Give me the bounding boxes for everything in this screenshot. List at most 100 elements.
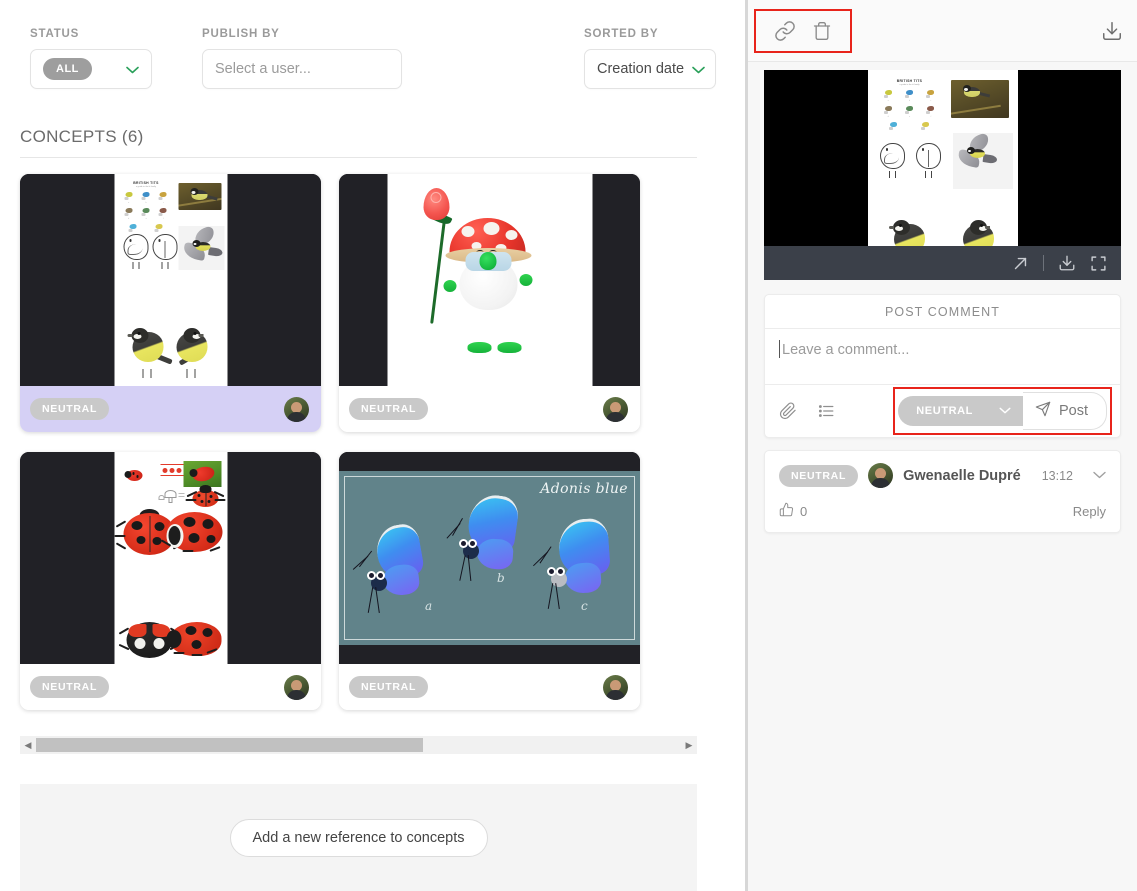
like-button[interactable]: 0 xyxy=(779,502,807,520)
post-button[interactable]: Post xyxy=(1022,392,1107,430)
like-count: 0 xyxy=(800,503,808,519)
open-external-icon[interactable] xyxy=(1012,255,1029,272)
concept-card-ladybugs[interactable]: NEUTRAL xyxy=(20,452,321,710)
trash-icon[interactable] xyxy=(812,20,832,42)
filter-sorted-by: SORTED BY Creation date xyxy=(584,28,716,89)
ladybug-render-angled xyxy=(160,512,222,553)
send-icon xyxy=(1035,401,1051,421)
concepts-pane: STATUS ALL PUBLISH BY Select a user... S… xyxy=(0,0,745,891)
reference-dropzone[interactable]: Add a new reference to concepts xyxy=(20,784,697,891)
butterfly-label-a: a xyxy=(425,599,433,613)
concept-thumbnail[interactable]: BRITISH TITS a guide to the tit family a… xyxy=(20,174,321,386)
scrollbar-thumb[interactable] xyxy=(36,738,423,752)
concept-card-footer: NEUTRAL xyxy=(20,386,321,432)
concepts-section-header: CONCEPTS (6) xyxy=(20,127,697,158)
thumbs-up-icon xyxy=(779,502,794,520)
divider xyxy=(1043,255,1044,271)
comment-list-item: NEUTRAL Gwenaelle Dupré 13:12 0 Reply xyxy=(764,450,1121,533)
sentiment-select[interactable]: NEUTRAL xyxy=(898,396,1023,426)
comment-footer: 0 Reply xyxy=(779,502,1106,520)
moodboard-gnome xyxy=(339,174,640,386)
concept-card-birds[interactable]: BRITISH TITS a guide to the tit family a… xyxy=(20,174,321,432)
avatar xyxy=(603,674,628,700)
concept-card-butterflies[interactable]: Adonis blue a b c NEUTRAL xyxy=(339,452,640,710)
ladybug-top-view xyxy=(185,485,225,507)
add-reference-button[interactable]: Add a new reference to concepts xyxy=(229,818,488,857)
scrollbar-track[interactable] xyxy=(36,736,681,754)
comment-input[interactable]: Leave a comment... xyxy=(765,329,1120,385)
ladybug-render-side xyxy=(166,622,221,657)
comment-header: NEUTRAL Gwenaelle Dupré 13:12 xyxy=(779,463,1106,488)
butterfly-label-c: c xyxy=(581,599,588,613)
sorted-by-label: SORTED BY xyxy=(584,28,659,40)
sentiment-value: NEUTRAL xyxy=(916,405,973,417)
concept-card-footer: NEUTRAL xyxy=(339,386,640,432)
status-select[interactable]: ALL xyxy=(30,49,152,89)
avatar xyxy=(284,396,309,422)
horizontal-scrollbar[interactable]: ◀ ▶ xyxy=(20,736,697,754)
post-comment-card: POST COMMENT Leave a comment... NEUTRAL … xyxy=(764,294,1121,438)
download-icon[interactable] xyxy=(1101,20,1123,42)
avatar xyxy=(284,674,309,700)
comment-toolbar: NEUTRAL Post xyxy=(765,385,1120,437)
avatar xyxy=(603,396,628,422)
butterfly-label-b: b xyxy=(497,571,505,585)
reply-button[interactable]: Reply xyxy=(1073,504,1106,519)
publish-by-label: PUBLISH BY xyxy=(202,28,280,40)
status-label: STATUS xyxy=(30,28,80,40)
filter-status: STATUS ALL xyxy=(30,28,152,89)
concept-card-footer: NEUTRAL xyxy=(20,664,321,710)
page-title: CONCEPTS (6) xyxy=(20,127,144,146)
moodboard-butterflies: Adonis blue a b c xyxy=(339,452,640,664)
post-button-label: Post xyxy=(1058,403,1088,419)
concept-card-footer: NEUTRAL xyxy=(339,664,640,710)
scroll-left-arrow-icon[interactable]: ◀ xyxy=(20,740,36,750)
status-badge: NEUTRAL xyxy=(30,676,110,698)
post-comment-header: POST COMMENT xyxy=(765,295,1120,329)
comment-author: Gwenaelle Dupré xyxy=(903,467,1021,484)
preview-toolbar xyxy=(748,0,1137,62)
british-tits-chart: BRITISH TITS a guide to the tit family a… xyxy=(120,181,172,232)
app-root: STATUS ALL PUBLISH BY Select a user... S… xyxy=(0,0,1137,891)
scroll-right-arrow-icon[interactable]: ▶ xyxy=(681,740,697,750)
fullscreen-icon[interactable] xyxy=(1090,255,1107,272)
butterfly-board-title: Adonis blue xyxy=(540,481,628,497)
concept-thumbnail[interactable] xyxy=(339,174,640,386)
link-icon[interactable] xyxy=(774,20,796,42)
status-badge: NEUTRAL xyxy=(349,676,429,698)
viewer-controls xyxy=(764,246,1121,280)
great-tit-photo xyxy=(178,183,221,210)
chevron-down-icon xyxy=(999,405,1011,417)
chevron-down-icon[interactable] xyxy=(1093,470,1106,482)
avatar xyxy=(868,463,894,488)
bird-line-sketches xyxy=(121,231,179,273)
ladybug-photo xyxy=(183,461,221,487)
moodboard-ladybugs xyxy=(20,452,321,664)
comment-status-badge: NEUTRAL xyxy=(779,464,859,487)
sorted-by-value: Creation date xyxy=(597,61,685,77)
filter-publish-by: PUBLISH BY Select a user... xyxy=(202,28,402,89)
painted-tit-front xyxy=(127,322,173,380)
flying-tit-illustration xyxy=(178,226,224,270)
publish-by-placeholder: Select a user... xyxy=(215,61,311,77)
comment-timestamp: 13:12 xyxy=(1041,468,1073,483)
text-caret xyxy=(779,340,780,358)
ladybug-sketch-notes xyxy=(158,488,184,504)
download-icon[interactable] xyxy=(1058,254,1076,272)
media-viewer[interactable]: BRITISH TITS a guide to the tit family a… xyxy=(764,70,1121,280)
publish-by-input[interactable]: Select a user... xyxy=(202,49,402,89)
concept-thumbnail[interactable]: Adonis blue a b c xyxy=(339,452,640,664)
chevron-down-icon xyxy=(692,63,705,76)
list-icon[interactable] xyxy=(817,402,835,420)
preview-pane: BRITISH TITS a guide to the tit family a… xyxy=(748,0,1137,891)
sorted-by-select[interactable]: Creation date xyxy=(584,49,716,89)
highlighted-tool-group xyxy=(754,8,852,53)
paperclip-icon[interactable] xyxy=(779,402,797,420)
status-value-pill: ALL xyxy=(43,58,92,80)
concepts-grid: BRITISH TITS a guide to the tit family a… xyxy=(20,174,697,710)
chevron-down-icon xyxy=(126,63,139,76)
concept-thumbnail[interactable] xyxy=(20,452,321,664)
concept-card-gnome[interactable]: NEUTRAL xyxy=(339,174,640,432)
comment-placeholder: Leave a comment... xyxy=(782,342,910,358)
status-badge: NEUTRAL xyxy=(349,398,429,420)
